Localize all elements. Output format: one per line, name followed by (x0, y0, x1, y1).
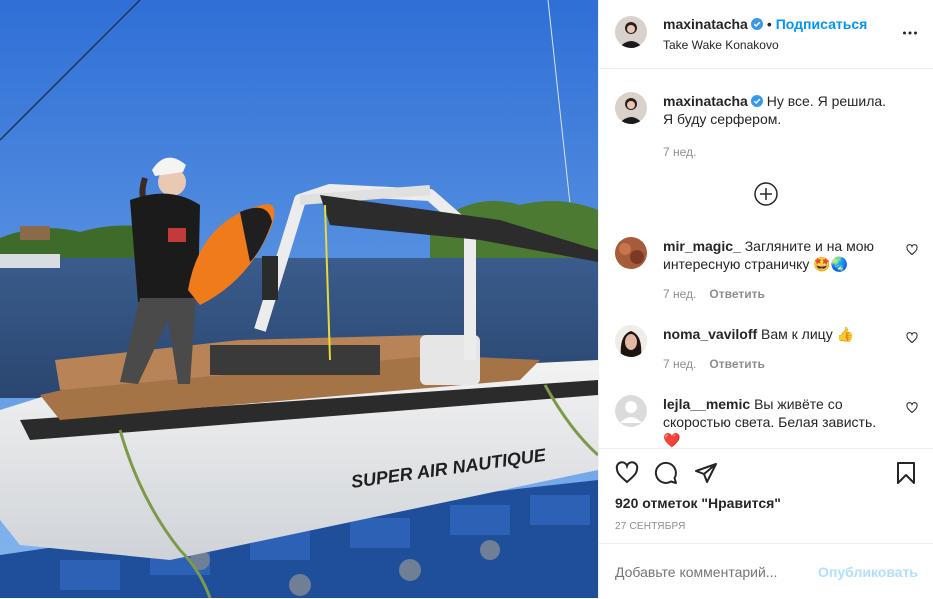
likes-count[interactable]: 920 отметок "Нравится" (615, 495, 781, 511)
verified-badge-icon (750, 18, 763, 30)
publish-button[interactable]: Опубликовать (818, 564, 918, 580)
follow-button[interactable]: Подписаться (776, 16, 868, 32)
author-avatar[interactable] (615, 16, 647, 48)
caption-body: maxinatacha Ну все. Я решила. Я буду сер… (663, 92, 891, 128)
commenter-username[interactable]: noma_vaviloff (663, 326, 757, 342)
like-comment-heart-icon[interactable] (906, 332, 918, 344)
post-date[interactable]: 27 СЕНТЯБРЯ (615, 521, 686, 532)
comment-input[interactable] (615, 564, 805, 580)
header-name-row: maxinatacha • Подписаться (663, 16, 867, 34)
comment-meta: 7 нед. Ответить (663, 357, 765, 371)
load-more-comments-icon[interactable] (754, 182, 778, 206)
post-sidebar: maxinatacha • Подписаться Take Wake Konako… (598, 0, 933, 598)
caption-username[interactable]: maxinatacha (663, 93, 748, 109)
author-username[interactable]: maxinatacha (663, 16, 748, 32)
commenter-avatar[interactable] (615, 395, 647, 427)
reply-button[interactable]: Ответить (709, 357, 764, 371)
comment-meta: 7 нед. Ответить (663, 287, 765, 301)
like-comment-heart-icon[interactable] (906, 244, 918, 256)
caption-avatar[interactable] (615, 92, 647, 124)
comment-text: Вам к лицу 👍 (761, 326, 855, 342)
boat-photo-illustration: SUPER AIR NAUTIQUE (0, 0, 598, 598)
add-comment-bar: Опубликовать (599, 543, 933, 599)
share-paper-plane-icon[interactable] (694, 461, 718, 485)
comment-body: lejla__memic Вы живёте со скоростью свет… (663, 395, 891, 448)
comment-bubble-icon[interactable] (654, 461, 678, 485)
comment-body: mir_magic_ Загляните и на мою интересную… (663, 237, 891, 273)
more-options-icon[interactable] (902, 25, 918, 41)
comment-body: noma_vaviloff Вам к лицу 👍 (663, 325, 891, 343)
comments-list[interactable]: maxinatacha Ну все. Я решила. Я буду сер… (599, 70, 933, 448)
like-heart-icon[interactable] (615, 461, 639, 485)
separator-dot: • (766, 16, 772, 32)
post-location[interactable]: Take Wake Konakovo (663, 38, 779, 52)
comment-time[interactable]: 7 нед. (663, 287, 696, 301)
commenter-avatar[interactable] (615, 325, 647, 357)
commenter-avatar[interactable] (615, 237, 647, 269)
reply-button[interactable]: Ответить (709, 287, 764, 301)
save-bookmark-icon[interactable] (894, 461, 918, 485)
post-dialog: SUPER AIR NAUTIQUE maxinatacha • Подписать… (0, 0, 933, 598)
commenter-username[interactable]: mir_magic_ (663, 238, 741, 254)
comment-time[interactable]: 7 нед. (663, 357, 696, 371)
caption-time[interactable]: 7 нед. (663, 145, 696, 159)
post-actions: 920 отметок "Нравится" 27 СЕНТЯБРЯ Опубл… (599, 448, 933, 598)
verified-badge-icon (750, 95, 763, 107)
commenter-username[interactable]: lejla__memic (663, 396, 750, 412)
post-header: maxinatacha • Подписаться Take Wake Konako… (599, 0, 933, 69)
like-comment-heart-icon[interactable] (906, 402, 918, 414)
post-photo[interactable]: SUPER AIR NAUTIQUE (0, 0, 598, 598)
